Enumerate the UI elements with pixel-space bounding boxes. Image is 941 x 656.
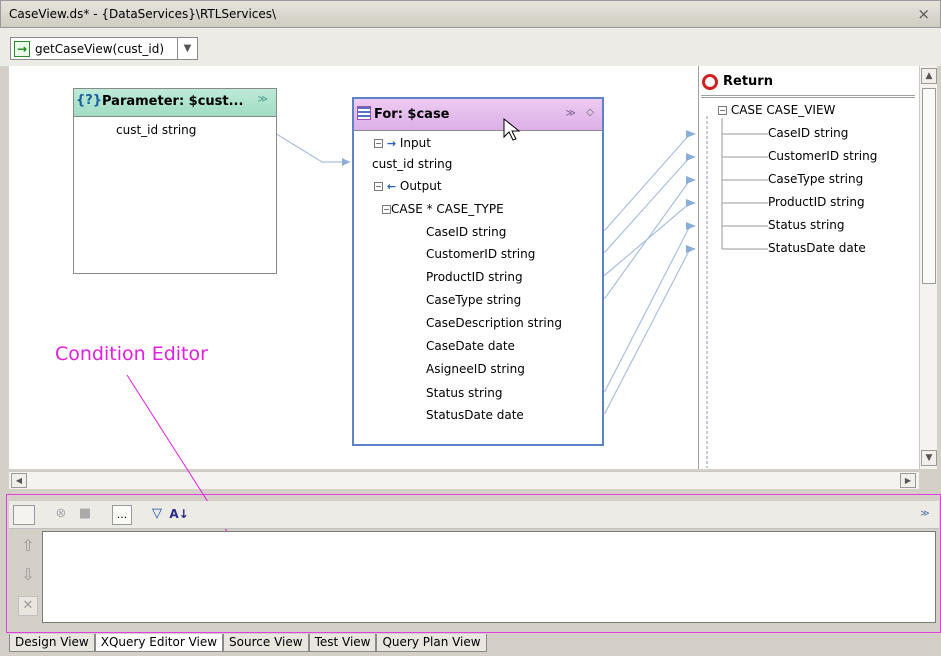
annotation-label: Condition Editor: [55, 343, 208, 365]
scroll-thumb[interactable]: [922, 88, 936, 284]
accept-icon[interactable]: ■: [75, 505, 95, 525]
scroll-down-icon[interactable]: ▼: [921, 450, 937, 466]
return-element-node[interactable]: − CASE CASE_VIEW: [718, 103, 835, 117]
output-node[interactable]: − ← Output: [374, 179, 442, 193]
cancel-icon[interactable]: ⊗: [51, 505, 71, 525]
for-icon: [357, 106, 371, 120]
collapse-toggle-icon[interactable]: −: [374, 139, 383, 148]
scroll-right-icon[interactable]: ▶: [900, 473, 916, 488]
output-arrow-icon: ←: [386, 180, 397, 193]
return-field[interactable]: CaseType string: [768, 172, 863, 186]
tab-test-view[interactable]: Test View: [308, 634, 377, 652]
function-icon: →: [14, 41, 30, 57]
case-element-node[interactable]: −CASE * CASE_TYPE: [382, 202, 504, 216]
for-field[interactable]: AsigneeID string: [426, 362, 525, 376]
condition-toolbar: ⊗ ■ ... ▽ A↓ ≫: [9, 501, 939, 529]
for-header[interactable]: For: $case ≫ ◇: [354, 99, 602, 131]
tab-query-plan-view[interactable]: Query Plan View: [376, 634, 487, 652]
for-field[interactable]: Status string: [426, 386, 503, 400]
input-label: Input: [399, 136, 431, 150]
collapse-icon[interactable]: ≫: [258, 94, 268, 105]
parameter-header[interactable]: {?} Parameter: $cust... ≫: [74, 89, 276, 117]
function-selector-value: getCaseView(cust_id): [35, 42, 165, 56]
close-icon[interactable]: ×: [917, 5, 930, 23]
tab-source-view[interactable]: Source View: [223, 634, 309, 652]
vertical-scrollbar[interactable]: ▲ ▼: [919, 66, 937, 469]
for-field[interactable]: CaseDate date: [426, 339, 515, 353]
tab-xquery-editor-view[interactable]: XQuery Editor View: [94, 634, 224, 652]
input-field[interactable]: cust_id string: [372, 157, 452, 171]
move-up-icon[interactable]: ⇧: [18, 537, 38, 557]
for-title: For: $case: [374, 107, 450, 122]
return-element-label: CASE CASE_VIEW: [730, 103, 836, 117]
parameter-box[interactable]: {?} Parameter: $cust... ≫ cust_id string: [73, 88, 277, 274]
for-field[interactable]: CustomerID string: [426, 247, 535, 261]
for-field[interactable]: CaseID string: [426, 225, 506, 239]
for-field[interactable]: CaseDescription string: [426, 316, 562, 330]
delete-icon[interactable]: ✕: [18, 596, 38, 616]
pin-icon[interactable]: ◇: [586, 107, 594, 118]
return-field[interactable]: StatusDate date: [768, 241, 866, 255]
return-icon: [702, 74, 718, 90]
scroll-left-icon[interactable]: ◀: [11, 473, 27, 488]
more-button[interactable]: ...: [112, 505, 132, 525]
collapse-toggle-icon[interactable]: −: [718, 106, 727, 115]
horizontal-scrollbar[interactable]: ◀ ▶: [9, 471, 919, 489]
scroll-up-icon[interactable]: ▲: [921, 68, 937, 84]
parameter-field[interactable]: cust_id string: [116, 123, 196, 137]
condition-text-area[interactable]: [42, 531, 936, 623]
tab-design-view[interactable]: Design View: [9, 634, 95, 652]
parameter-icon: {?}: [76, 93, 103, 108]
window-title: CaseView.ds* - {DataServices}\RTLService…: [9, 7, 277, 21]
mouse-cursor-icon: [503, 118, 521, 141]
divider: [701, 95, 915, 98]
return-header[interactable]: Return: [699, 70, 917, 98]
return-title: Return: [723, 74, 773, 89]
return-field[interactable]: ProductID string: [768, 195, 865, 209]
parameter-title: Parameter: $cust...: [102, 94, 244, 109]
window-title-bar: CaseView.ds* - {DataServices}\RTLService…: [0, 0, 941, 28]
move-down-icon[interactable]: ⇩: [18, 566, 38, 586]
for-box[interactable]: For: $case ≫ ◇ − → Input cust_id string …: [352, 97, 604, 446]
input-arrow-icon: →: [386, 137, 397, 150]
return-field[interactable]: Status string: [768, 218, 845, 232]
collapse-toggle-icon[interactable]: −: [374, 182, 383, 191]
for-field[interactable]: StatusDate date: [426, 408, 524, 422]
filter-icon[interactable]: ▽: [147, 505, 167, 525]
chevron-down-icon[interactable]: ▼: [177, 38, 197, 59]
return-field[interactable]: CustomerID string: [768, 149, 877, 163]
collapse-icon[interactable]: ≫: [566, 108, 576, 119]
return-field[interactable]: CaseID string: [768, 126, 848, 140]
expand-icon[interactable]: ≫: [915, 505, 935, 525]
input-node[interactable]: − → Input: [374, 136, 431, 150]
case-element-label: CASE * CASE_TYPE: [391, 202, 504, 216]
sort-az-icon[interactable]: A↓: [169, 505, 189, 525]
new-condition-button[interactable]: [13, 505, 35, 525]
output-label: Output: [399, 179, 442, 193]
function-selector[interactable]: → getCaseView(cust_id) ▼: [10, 37, 198, 60]
for-field[interactable]: ProductID string: [426, 270, 523, 284]
for-field[interactable]: CaseType string: [426, 293, 521, 307]
collapse-toggle-icon[interactable]: −: [382, 205, 391, 214]
view-tabs: Design View XQuery Editor View Source Vi…: [9, 634, 487, 654]
